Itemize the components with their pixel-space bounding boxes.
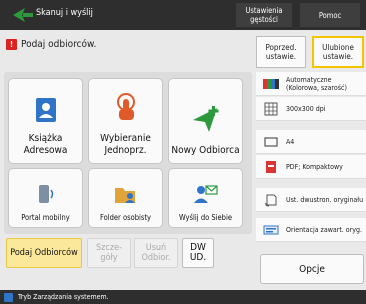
options-button[interactable]: Opcje [260,254,364,284]
color-icon [262,77,280,91]
scan-size-setting[interactable]: A4 [256,130,366,154]
file-format-value: PDF; Kompaktowy [286,162,343,171]
address-book-label: Książka Adresowa [23,133,68,156]
help-button[interactable]: Pomoc [300,3,360,27]
one-touch-label: Wybieranie Jednoprz. [100,133,151,156]
mobile-portal-label: Portal mobilny [21,213,70,222]
delete-destination-button[interactable]: Usuń Odbior. [134,238,178,268]
instruction-row: ! Podaj odbiorców. [6,39,96,50]
favorite-settings-button[interactable]: Ulubione ustawie. [312,36,364,68]
duplex-value: Ust. dwustron. oryginału [286,195,364,204]
color-mode-value: Automatyczne (Kolorowa, szarość) [286,75,347,92]
file-format-setting[interactable]: PDF; Kompaktowy [256,155,366,179]
scan-send-icon [12,7,34,23]
status-bar: Tryb Zarządzania systemem. [0,290,366,304]
system-manager-icon [4,292,13,302]
density-settings-button[interactable]: Ustawienia gęstości [236,3,292,27]
color-mode-setting[interactable]: Automatyczne (Kolorowa, szarość) [256,72,366,96]
scan-size-value: A4 [286,137,295,146]
resolution-icon [262,102,280,116]
orientation-value: Orientacja zawart. oryg. [286,225,362,234]
one-touch-icon [112,93,140,127]
file-format-icon [262,160,280,174]
resolution-value: 300x300 dpi [286,104,326,113]
app-title: Skanuj i wyślij [36,8,93,18]
send-to-myself-tile[interactable]: Wyślij do Siebie [168,168,243,228]
orientation-icon [262,223,280,237]
send-to-myself-label: Wyślij do Siebie [179,213,232,222]
personal-folder-label: Folder osobisty [99,213,152,222]
address-book-tile[interactable]: Książka Adresowa [8,78,83,164]
mobile-portal-icon [37,183,55,207]
warning-icon: ! [6,39,17,50]
duplex-icon [262,193,280,207]
new-destination-tile[interactable]: Nowy Odbiorca [168,78,243,164]
personal-folder-tile[interactable]: Folder osobisty [88,168,163,228]
cc-bcc-button[interactable]: DW UD. [182,238,214,268]
personal-folder-icon [114,183,138,207]
orientation-setting[interactable]: Orientacja zawart. oryg. [256,218,366,242]
details-button[interactable]: Szcze-góły [87,238,131,268]
mobile-portal-tile[interactable]: Portal mobilny [8,168,83,228]
new-destination-icon [191,105,221,139]
status-text: Tryb Zarządzania systemem. [18,293,109,301]
size-icon [262,135,280,149]
send-to-myself-icon [193,183,219,207]
previous-settings-button[interactable]: Poprzed. ustawie. [256,36,306,68]
duplex-original-setting[interactable]: Ust. dwustron. oryginału [256,188,366,212]
instruction-text: Podaj odbiorców. [21,39,97,50]
address-book-icon [34,97,58,127]
new-destination-label: Nowy Odbiorca [171,145,240,156]
resolution-setting[interactable]: 300x300 dpi [256,97,366,121]
one-touch-tile[interactable]: Wybieranie Jednoprz. [88,78,163,164]
specify-destinations-tab[interactable]: Podaj Odbiorców [6,238,82,268]
